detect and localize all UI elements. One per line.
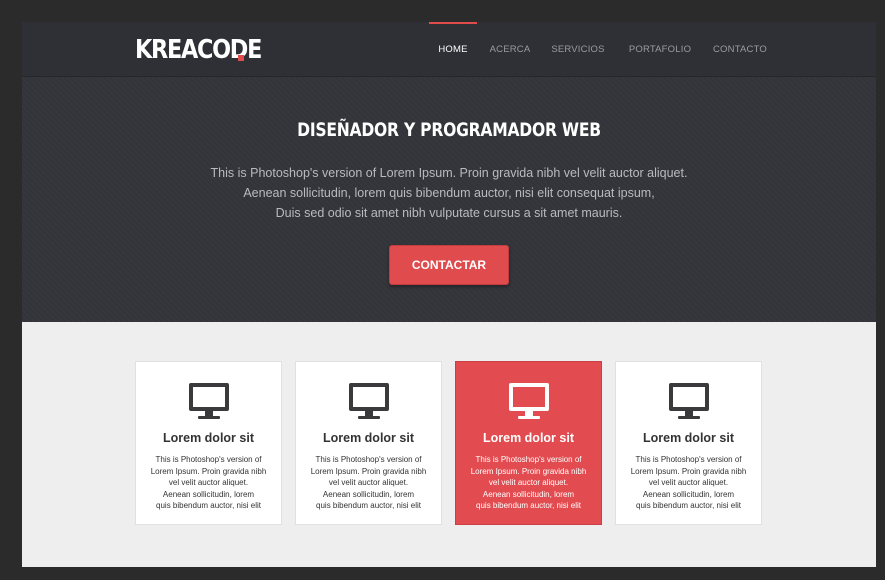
feature-title: Lorem dolor sit <box>643 431 734 445</box>
feature-card[interactable]: Lorem dolor sit This is Photoshop's vers… <box>615 361 762 525</box>
contactar-button[interactable]: CONTACTAR <box>389 245 509 285</box>
nav-item-acerca[interactable]: ACERCA <box>488 22 532 77</box>
feature-text-line: Lorem Ipsum. Proin gravida nibh <box>310 466 427 476</box>
feature-title: Lorem dolor sit <box>483 431 574 445</box>
monitor-icon <box>509 383 549 419</box>
feature-card[interactable]: Lorem dolor sit This is Photoshop's vers… <box>135 361 282 525</box>
feature-text-line: quis bibendum auctor, nisi elit <box>316 501 421 510</box>
feature-text-line: Aenean sollicitudin, lorem <box>162 489 255 499</box>
feature-text-line: quis bibendum auctor, nisi elit <box>636 501 741 510</box>
feature-text-line: Aenean sollicitudin, lorem <box>322 489 415 499</box>
feature-text-line: quis bibendum auctor, nisi elit <box>156 501 261 510</box>
feature-title: Lorem dolor sit <box>163 431 254 445</box>
feature-description: This is Photoshop's version of Lorem Ips… <box>144 454 273 512</box>
feature-description: This is Photoshop's version of Lorem Ips… <box>464 454 593 512</box>
nav-item-contacto[interactable]: CONTACTO <box>712 22 768 77</box>
feature-text-line: Lorem Ipsum. Proin gravida nibh <box>630 466 747 476</box>
feature-text-line: This is Photoshop's version of <box>635 455 742 464</box>
nav-item-home[interactable]: HOME <box>429 22 477 77</box>
nav-item-servicios[interactable]: SERVICIOS <box>550 22 606 77</box>
feature-text-line: Aenean sollicitudin, lorem <box>642 489 735 499</box>
feature-card[interactable]: Lorem dolor sit This is Photoshop's vers… <box>295 361 442 525</box>
feature-description: This is Photoshop's version of Lorem Ips… <box>304 454 433 512</box>
nav-item-portafolio[interactable]: PORTAFOLIO <box>628 22 692 77</box>
feature-card-highlighted[interactable]: Lorem dolor sit This is Photoshop's vers… <box>455 361 602 525</box>
hero-section: DISEÑADOR Y PROGRAMADOR WEB This is Phot… <box>22 77 876 322</box>
feature-text-line: vel velit auctor aliquet. <box>168 478 249 487</box>
feature-text-line: This is Photoshop's version of <box>315 455 422 464</box>
monitor-icon <box>669 383 709 419</box>
feature-text-line: This is Photoshop's version of <box>155 455 262 464</box>
hero-text-line: Aenean sollicitudin, lorem quis bibendum… <box>243 186 655 200</box>
monitor-icon <box>349 383 389 419</box>
feature-text-line: quis bibendum auctor, nisi elit <box>476 501 581 510</box>
feature-text-line: vel velit auctor aliquet. <box>648 478 729 487</box>
feature-title: Lorem dolor sit <box>323 431 414 445</box>
feature-text-line: vel velit auctor aliquet. <box>488 478 569 487</box>
feature-text-line: Lorem Ipsum. Proin gravida nibh <box>470 466 587 476</box>
feature-text-line: Lorem Ipsum. Proin gravida nibh <box>150 466 267 476</box>
hero-description: This is Photoshop's version of Lorem Ips… <box>22 163 876 223</box>
hero-text-line: This is Photoshop's version of Lorem Ips… <box>210 166 688 180</box>
features-section: Lorem dolor sit This is Photoshop's vers… <box>22 322 876 567</box>
page-frame: KREACODE HOME ACERCA SERVICIOS PORTAFOLI… <box>22 22 876 567</box>
site-header: KREACODE HOME ACERCA SERVICIOS PORTAFOLI… <box>22 22 876 77</box>
main-nav: HOME ACERCA SERVICIOS PORTAFOLIO CONTACT… <box>22 22 876 77</box>
monitor-icon <box>189 383 229 419</box>
feature-text-line: vel velit auctor aliquet. <box>328 478 409 487</box>
feature-text-line: This is Photoshop's version of <box>475 455 582 464</box>
hero-title: DISEÑADOR Y PROGRAMADOR WEB <box>297 119 601 141</box>
feature-description: This is Photoshop's version of Lorem Ips… <box>624 454 753 512</box>
feature-text-line: Aenean sollicitudin, lorem <box>482 489 575 499</box>
hero-text-line: Duis sed odio sit amet nibh vulputate cu… <box>275 206 623 220</box>
